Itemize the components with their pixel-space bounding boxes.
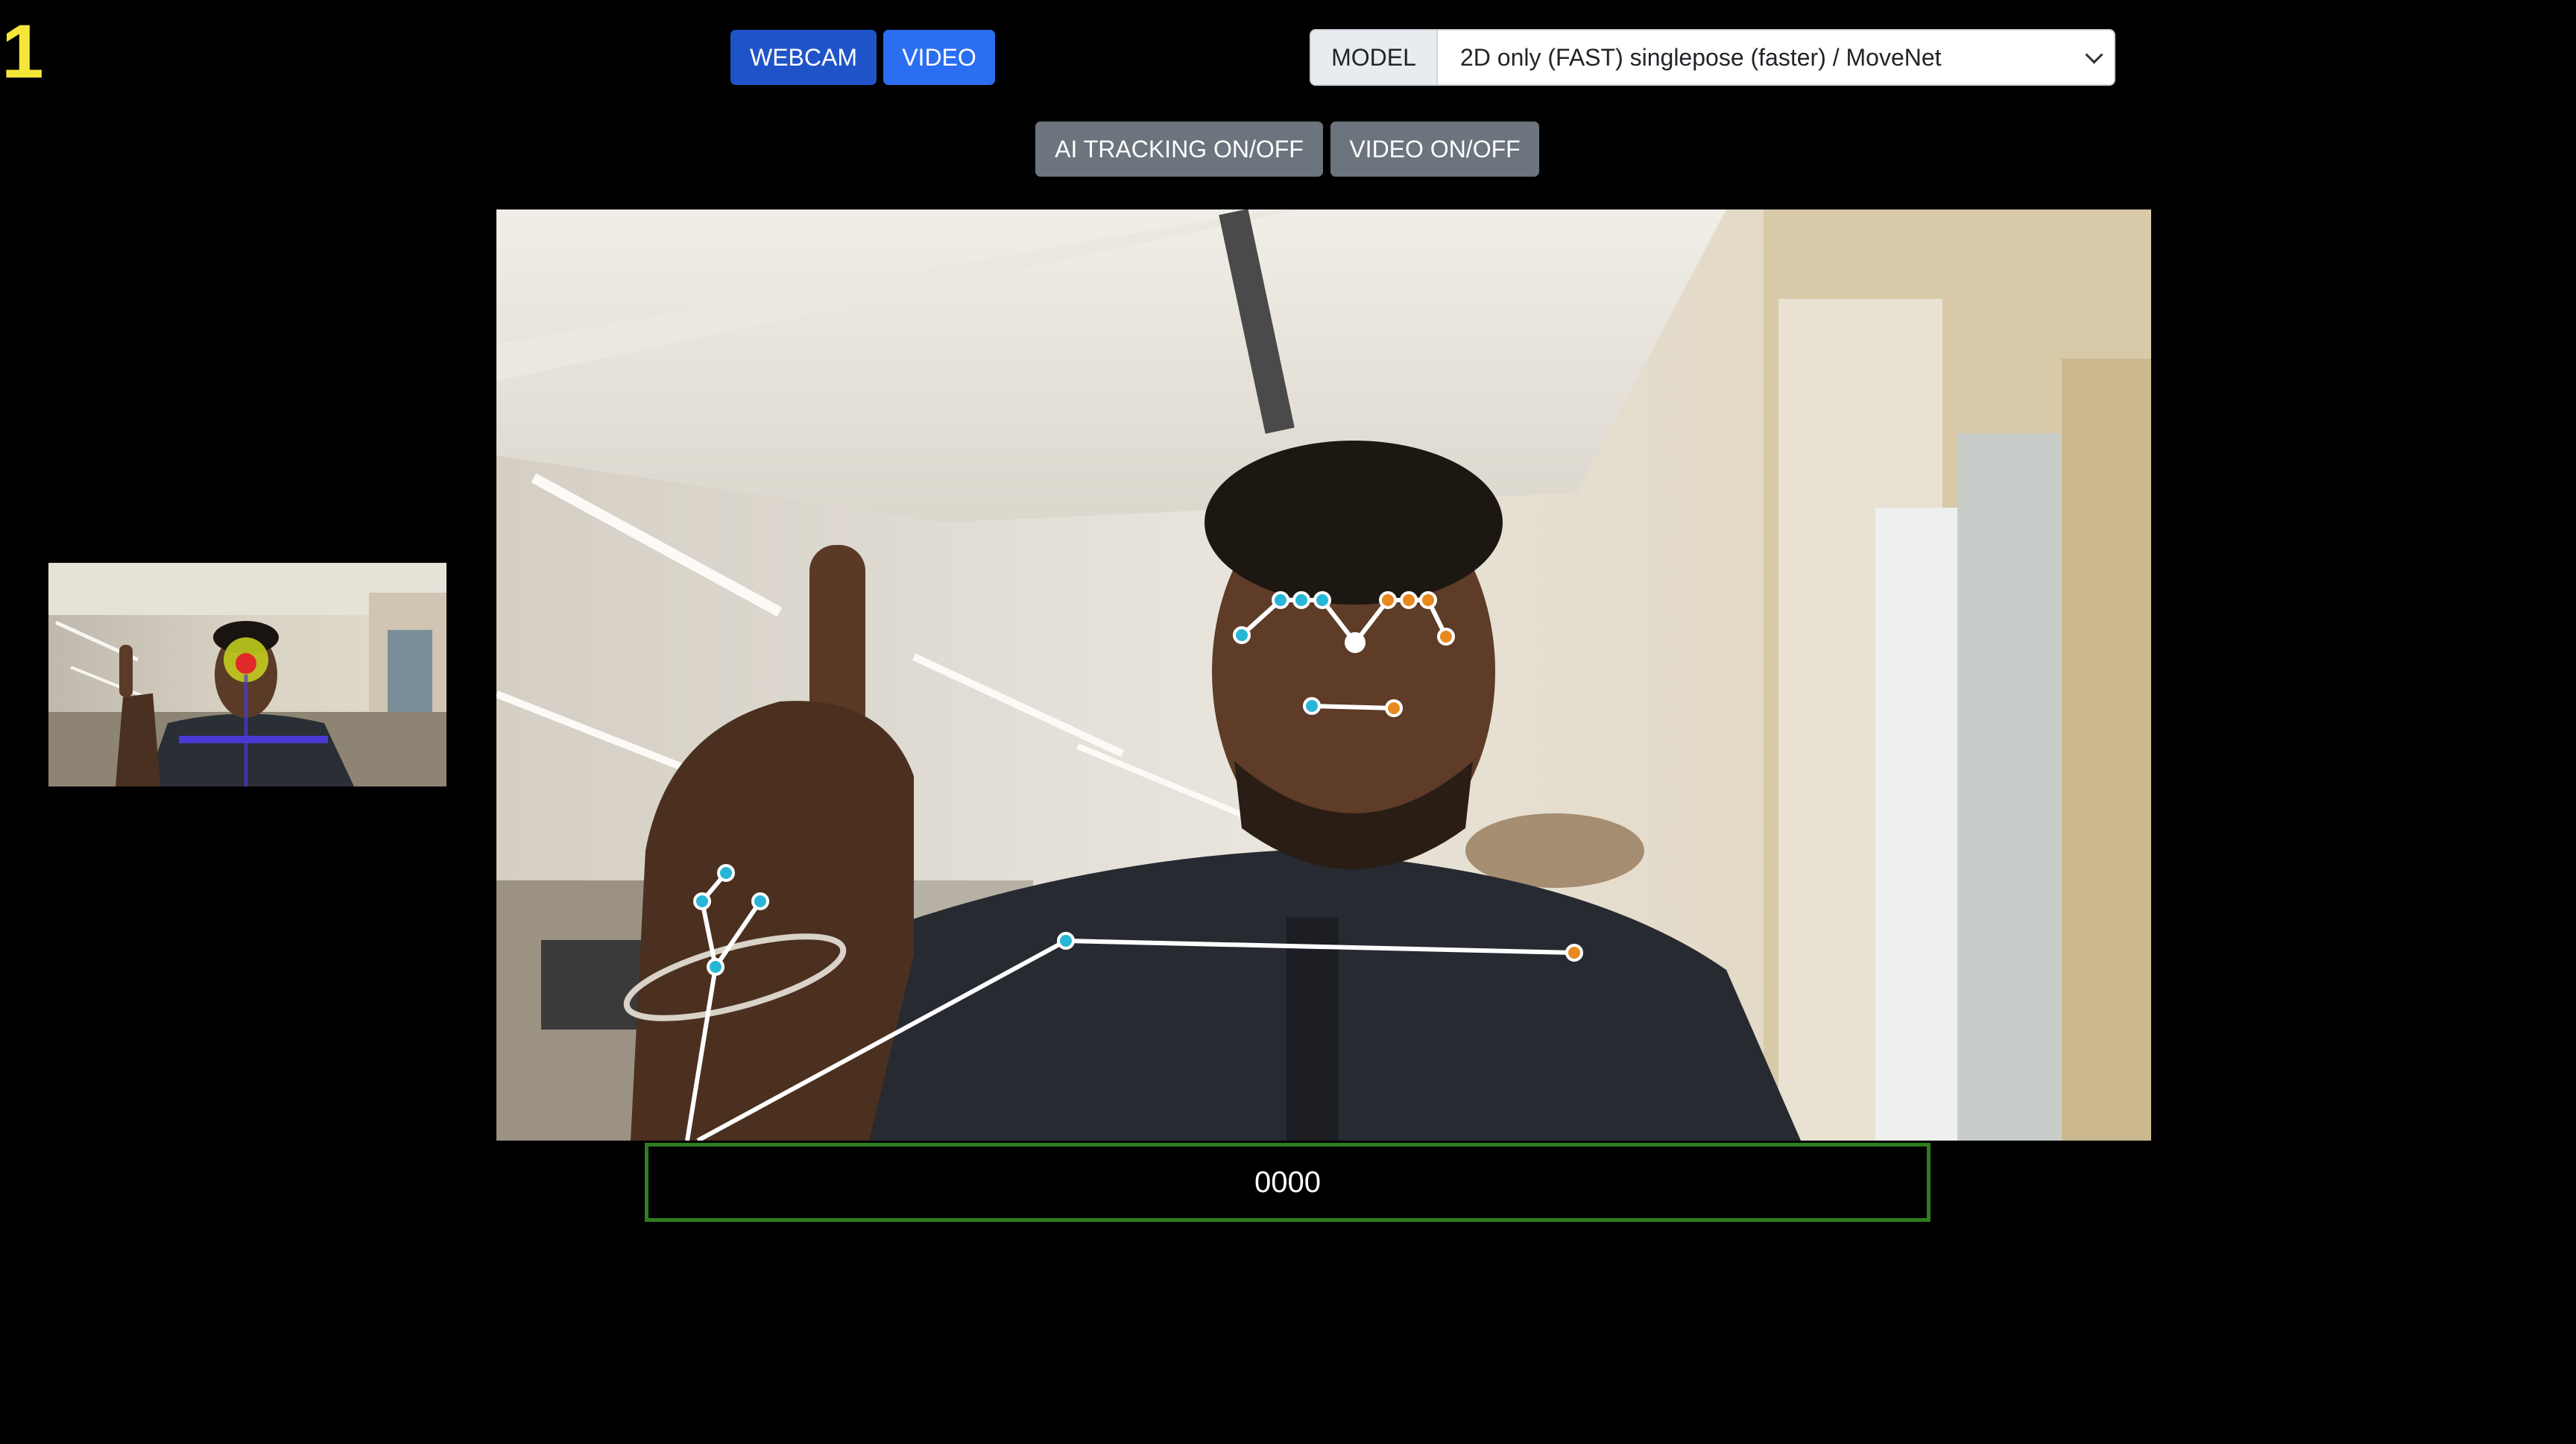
model-selected-value: 2D only (FAST) singlepose (faster) / Mov… [1460, 43, 1942, 71]
video-toggle-button[interactable]: VIDEO ON/OFF [1330, 122, 1539, 177]
webcam-button[interactable]: WEBCAM [730, 30, 877, 85]
counter-label: 1 [1, 9, 44, 94]
main-video-frame [496, 209, 2151, 1141]
webcam-preview [48, 563, 446, 786]
pose-tracking-app: 1 WEBCAM VIDEO MODEL 2D only (FAST) sing… [0, 0, 2576, 1444]
webcam-preview-image [48, 563, 446, 786]
ai-tracking-toggle-button[interactable]: AI TRACKING ON/OFF [1035, 122, 1323, 177]
chevron-down-icon [2085, 45, 2103, 64]
model-select[interactable]: 2D only (FAST) singlepose (faster) / Mov… [1438, 31, 2114, 84]
model-label: MODEL [1311, 31, 1438, 84]
video-button[interactable]: VIDEO [883, 30, 995, 85]
score-display: 0000 [645, 1143, 1931, 1222]
main-video-canvas [496, 209, 2151, 1141]
model-selector[interactable]: MODEL 2D only (FAST) singlepose (faster)… [1310, 29, 2115, 86]
